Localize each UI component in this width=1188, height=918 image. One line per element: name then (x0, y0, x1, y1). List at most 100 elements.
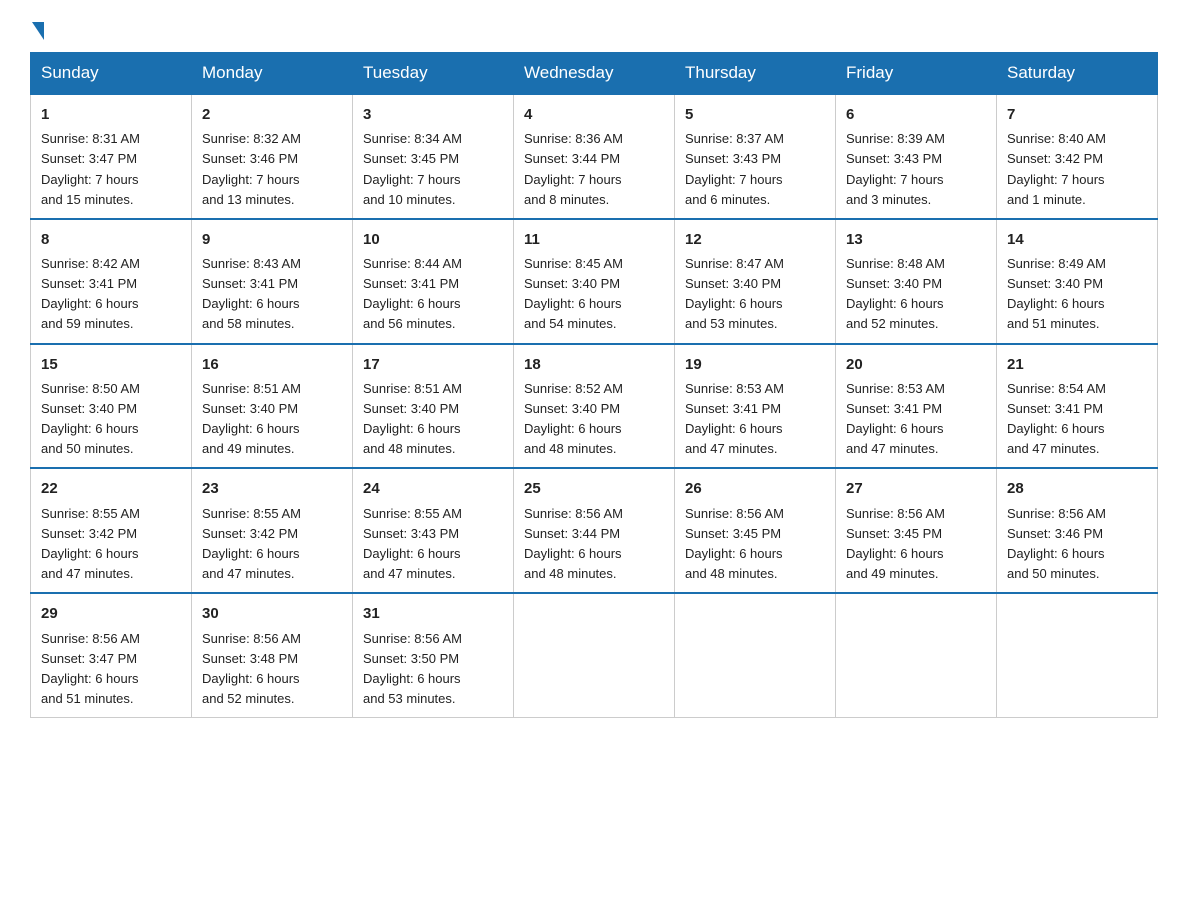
day-number: 30 (202, 602, 342, 625)
day-number: 20 (846, 353, 986, 376)
day-info: Sunrise: 8:54 AMSunset: 3:41 PMDaylight:… (1007, 381, 1106, 456)
calendar-day-cell: 3 Sunrise: 8:34 AMSunset: 3:45 PMDayligh… (353, 94, 514, 219)
calendar-day-cell: 12 Sunrise: 8:47 AMSunset: 3:40 PMDaylig… (675, 219, 836, 344)
calendar-day-cell: 11 Sunrise: 8:45 AMSunset: 3:40 PMDaylig… (514, 219, 675, 344)
calendar-day-cell: 21 Sunrise: 8:54 AMSunset: 3:41 PMDaylig… (997, 344, 1158, 469)
calendar-day-cell: 10 Sunrise: 8:44 AMSunset: 3:41 PMDaylig… (353, 219, 514, 344)
calendar-day-cell: 16 Sunrise: 8:51 AMSunset: 3:40 PMDaylig… (192, 344, 353, 469)
day-number: 7 (1007, 103, 1147, 126)
day-number: 8 (41, 228, 181, 251)
day-info: Sunrise: 8:36 AMSunset: 3:44 PMDaylight:… (524, 131, 623, 206)
calendar-day-cell (675, 593, 836, 717)
day-info: Sunrise: 8:39 AMSunset: 3:43 PMDaylight:… (846, 131, 945, 206)
calendar-day-cell: 31 Sunrise: 8:56 AMSunset: 3:50 PMDaylig… (353, 593, 514, 717)
day-number: 28 (1007, 477, 1147, 500)
day-info: Sunrise: 8:37 AMSunset: 3:43 PMDaylight:… (685, 131, 784, 206)
day-number: 17 (363, 353, 503, 376)
calendar-day-cell: 23 Sunrise: 8:55 AMSunset: 3:42 PMDaylig… (192, 468, 353, 593)
day-info: Sunrise: 8:50 AMSunset: 3:40 PMDaylight:… (41, 381, 140, 456)
day-info: Sunrise: 8:55 AMSunset: 3:43 PMDaylight:… (363, 506, 462, 581)
day-number: 5 (685, 103, 825, 126)
day-info: Sunrise: 8:55 AMSunset: 3:42 PMDaylight:… (202, 506, 301, 581)
day-number: 6 (846, 103, 986, 126)
day-number: 18 (524, 353, 664, 376)
page-header (30, 20, 1158, 34)
day-number: 10 (363, 228, 503, 251)
day-info: Sunrise: 8:56 AMSunset: 3:45 PMDaylight:… (685, 506, 784, 581)
day-number: 16 (202, 353, 342, 376)
day-info: Sunrise: 8:56 AMSunset: 3:44 PMDaylight:… (524, 506, 623, 581)
calendar-week-row: 29 Sunrise: 8:56 AMSunset: 3:47 PMDaylig… (31, 593, 1158, 717)
calendar-week-row: 8 Sunrise: 8:42 AMSunset: 3:41 PMDayligh… (31, 219, 1158, 344)
calendar-day-cell: 28 Sunrise: 8:56 AMSunset: 3:46 PMDaylig… (997, 468, 1158, 593)
calendar-week-row: 15 Sunrise: 8:50 AMSunset: 3:40 PMDaylig… (31, 344, 1158, 469)
calendar-day-cell (514, 593, 675, 717)
calendar-header-row: SundayMondayTuesdayWednesdayThursdayFrid… (31, 53, 1158, 95)
calendar-day-cell: 9 Sunrise: 8:43 AMSunset: 3:41 PMDayligh… (192, 219, 353, 344)
day-info: Sunrise: 8:40 AMSunset: 3:42 PMDaylight:… (1007, 131, 1106, 206)
day-number: 9 (202, 228, 342, 251)
calendar-day-header: Monday (192, 53, 353, 95)
calendar-day-cell: 6 Sunrise: 8:39 AMSunset: 3:43 PMDayligh… (836, 94, 997, 219)
calendar-day-header: Thursday (675, 53, 836, 95)
calendar-day-header: Wednesday (514, 53, 675, 95)
day-number: 21 (1007, 353, 1147, 376)
day-number: 24 (363, 477, 503, 500)
calendar-day-cell: 26 Sunrise: 8:56 AMSunset: 3:45 PMDaylig… (675, 468, 836, 593)
day-info: Sunrise: 8:34 AMSunset: 3:45 PMDaylight:… (363, 131, 462, 206)
calendar-day-cell (997, 593, 1158, 717)
day-info: Sunrise: 8:45 AMSunset: 3:40 PMDaylight:… (524, 256, 623, 331)
calendar-day-cell: 2 Sunrise: 8:32 AMSunset: 3:46 PMDayligh… (192, 94, 353, 219)
day-info: Sunrise: 8:53 AMSunset: 3:41 PMDaylight:… (846, 381, 945, 456)
day-info: Sunrise: 8:56 AMSunset: 3:45 PMDaylight:… (846, 506, 945, 581)
day-number: 19 (685, 353, 825, 376)
calendar-day-cell: 8 Sunrise: 8:42 AMSunset: 3:41 PMDayligh… (31, 219, 192, 344)
day-number: 13 (846, 228, 986, 251)
calendar-day-cell: 1 Sunrise: 8:31 AMSunset: 3:47 PMDayligh… (31, 94, 192, 219)
calendar-day-cell (836, 593, 997, 717)
calendar-day-cell: 30 Sunrise: 8:56 AMSunset: 3:48 PMDaylig… (192, 593, 353, 717)
calendar-day-cell: 22 Sunrise: 8:55 AMSunset: 3:42 PMDaylig… (31, 468, 192, 593)
calendar-day-header: Tuesday (353, 53, 514, 95)
day-number: 25 (524, 477, 664, 500)
calendar-day-cell: 29 Sunrise: 8:56 AMSunset: 3:47 PMDaylig… (31, 593, 192, 717)
day-info: Sunrise: 8:43 AMSunset: 3:41 PMDaylight:… (202, 256, 301, 331)
calendar-table: SundayMondayTuesdayWednesdayThursdayFrid… (30, 52, 1158, 718)
day-info: Sunrise: 8:49 AMSunset: 3:40 PMDaylight:… (1007, 256, 1106, 331)
calendar-day-cell: 25 Sunrise: 8:56 AMSunset: 3:44 PMDaylig… (514, 468, 675, 593)
day-info: Sunrise: 8:56 AMSunset: 3:48 PMDaylight:… (202, 631, 301, 706)
day-number: 1 (41, 103, 181, 126)
day-info: Sunrise: 8:31 AMSunset: 3:47 PMDaylight:… (41, 131, 140, 206)
day-info: Sunrise: 8:51 AMSunset: 3:40 PMDaylight:… (363, 381, 462, 456)
day-info: Sunrise: 8:56 AMSunset: 3:50 PMDaylight:… (363, 631, 462, 706)
day-info: Sunrise: 8:55 AMSunset: 3:42 PMDaylight:… (41, 506, 140, 581)
day-number: 11 (524, 228, 664, 251)
calendar-day-cell: 17 Sunrise: 8:51 AMSunset: 3:40 PMDaylig… (353, 344, 514, 469)
logo (30, 20, 46, 34)
day-number: 2 (202, 103, 342, 126)
day-number: 12 (685, 228, 825, 251)
day-info: Sunrise: 8:42 AMSunset: 3:41 PMDaylight:… (41, 256, 140, 331)
calendar-week-row: 1 Sunrise: 8:31 AMSunset: 3:47 PMDayligh… (31, 94, 1158, 219)
day-info: Sunrise: 8:47 AMSunset: 3:40 PMDaylight:… (685, 256, 784, 331)
day-number: 29 (41, 602, 181, 625)
calendar-day-cell: 27 Sunrise: 8:56 AMSunset: 3:45 PMDaylig… (836, 468, 997, 593)
calendar-day-cell: 15 Sunrise: 8:50 AMSunset: 3:40 PMDaylig… (31, 344, 192, 469)
day-info: Sunrise: 8:56 AMSunset: 3:47 PMDaylight:… (41, 631, 140, 706)
calendar-week-row: 22 Sunrise: 8:55 AMSunset: 3:42 PMDaylig… (31, 468, 1158, 593)
day-number: 27 (846, 477, 986, 500)
calendar-day-cell: 24 Sunrise: 8:55 AMSunset: 3:43 PMDaylig… (353, 468, 514, 593)
day-info: Sunrise: 8:32 AMSunset: 3:46 PMDaylight:… (202, 131, 301, 206)
day-info: Sunrise: 8:51 AMSunset: 3:40 PMDaylight:… (202, 381, 301, 456)
calendar-day-header: Friday (836, 53, 997, 95)
day-number: 4 (524, 103, 664, 126)
day-number: 26 (685, 477, 825, 500)
calendar-day-cell: 13 Sunrise: 8:48 AMSunset: 3:40 PMDaylig… (836, 219, 997, 344)
calendar-day-cell: 5 Sunrise: 8:37 AMSunset: 3:43 PMDayligh… (675, 94, 836, 219)
day-info: Sunrise: 8:53 AMSunset: 3:41 PMDaylight:… (685, 381, 784, 456)
calendar-day-cell: 14 Sunrise: 8:49 AMSunset: 3:40 PMDaylig… (997, 219, 1158, 344)
calendar-day-cell: 4 Sunrise: 8:36 AMSunset: 3:44 PMDayligh… (514, 94, 675, 219)
day-number: 22 (41, 477, 181, 500)
day-info: Sunrise: 8:56 AMSunset: 3:46 PMDaylight:… (1007, 506, 1106, 581)
calendar-day-cell: 18 Sunrise: 8:52 AMSunset: 3:40 PMDaylig… (514, 344, 675, 469)
